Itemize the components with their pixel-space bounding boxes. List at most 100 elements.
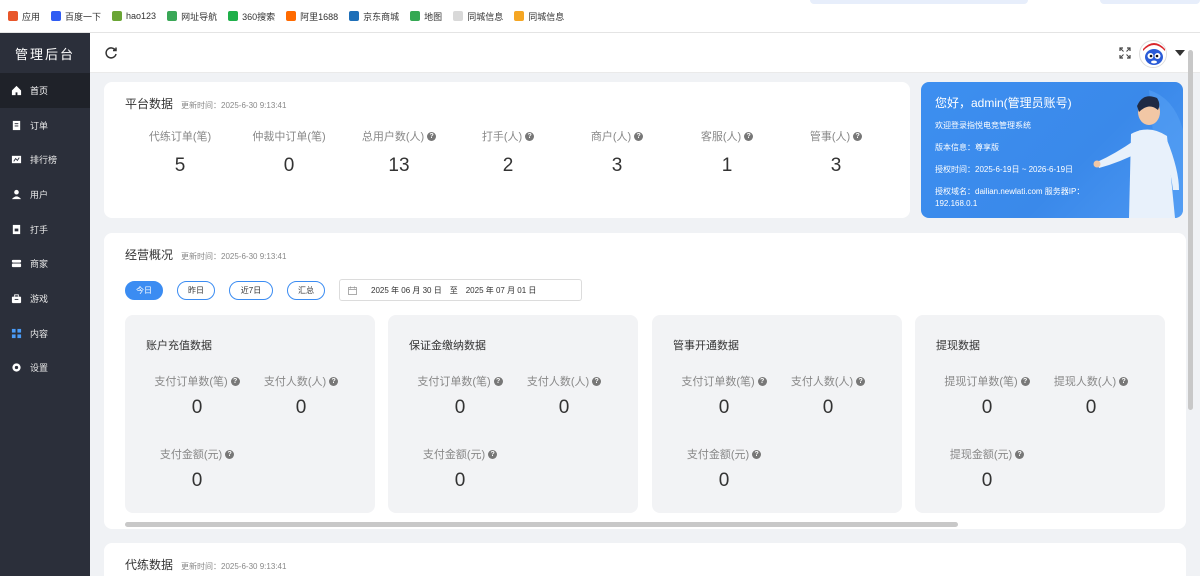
stat-label-row: 提现人数(人)? xyxy=(1036,373,1146,389)
date-end[interactable]: 2025 年 07 月 01 日 xyxy=(466,285,537,296)
sidebar-item-0[interactable]: 首页 xyxy=(0,73,90,108)
sidebar-item-label: 排行榜 xyxy=(30,155,58,166)
home-icon xyxy=(11,85,22,95)
stat-label-row: 提现订单数(笔)? xyxy=(932,373,1042,389)
help-icon[interactable]: ? xyxy=(525,131,535,141)
stat-value: 0 xyxy=(718,470,730,491)
help-icon[interactable]: ? xyxy=(1020,376,1030,386)
help-icon[interactable]: ? xyxy=(1119,376,1129,386)
stat-value: 0 xyxy=(718,397,730,418)
bookmark-item[interactable]: 360搜索 xyxy=(228,10,275,23)
stat-label: 支付订单数(笔) xyxy=(417,376,491,388)
player-icon xyxy=(12,224,21,234)
user-icon xyxy=(11,189,22,199)
horizontal-scrollbar[interactable] xyxy=(125,522,958,527)
sidebar-item-8[interactable]: 设置 xyxy=(0,351,90,386)
hao123-icon xyxy=(112,11,123,21)
help-icon[interactable]: ? xyxy=(488,449,498,459)
filter-last7days[interactable]: 近7日 xyxy=(229,281,273,300)
ali1688-icon xyxy=(286,11,297,21)
bookmark-item[interactable]: 网址导航 xyxy=(167,10,217,23)
stat-label: 支付人数(人) xyxy=(790,376,854,388)
overview-title-row: 经营概况 更新时间：2025-6-30 9:13:41 xyxy=(125,246,286,263)
bookmark-item[interactable]: 百度一下 xyxy=(51,10,101,23)
stat-value: 0 xyxy=(558,397,570,418)
sidebar-item-2[interactable]: 排行榜 xyxy=(0,142,90,177)
avatar[interactable] xyxy=(1139,40,1167,68)
bookmark-item[interactable]: hao123 xyxy=(112,11,156,21)
stat-value: 0 xyxy=(981,470,993,491)
help-icon[interactable]: ? xyxy=(1015,449,1025,459)
help-icon[interactable]: ? xyxy=(493,376,503,386)
help-icon[interactable]: ? xyxy=(757,376,767,386)
sidebar-item-6[interactable]: 游戏 xyxy=(0,281,90,316)
subcard-stat: 支付人数(人)? 0 xyxy=(246,373,356,419)
vertical-scrollbar[interactable] xyxy=(1188,50,1193,410)
platform-stat: 仲裁中订单(笔) 0 xyxy=(239,128,339,177)
sidebar-item-label: 用户 xyxy=(30,189,49,200)
stat-label: 支付金额(元) xyxy=(422,449,486,461)
stat-value: 1 xyxy=(721,155,733,176)
help-icon[interactable]: ? xyxy=(329,376,339,386)
subcard-stat: 支付人数(人)? 0 xyxy=(773,373,883,419)
help-icon[interactable]: ? xyxy=(744,131,754,141)
stat-label-row: 支付金额(元)? xyxy=(669,446,779,462)
stat-value: 3 xyxy=(830,155,842,176)
help-icon[interactable]: ? xyxy=(856,376,866,386)
sidebar-item-4[interactable]: 打手 xyxy=(0,212,90,247)
help-icon[interactable]: ? xyxy=(427,131,437,141)
bookmark-label: hao123 xyxy=(126,11,157,21)
subcard-stat: 支付订单数(笔)? 0 xyxy=(669,373,779,419)
sidebar-item-5[interactable]: 商家 xyxy=(0,246,90,281)
sidebar-item-7[interactable]: 内容 xyxy=(0,316,90,351)
stat-label: 支付金额(元) xyxy=(686,449,750,461)
filter-today[interactable]: 今日 xyxy=(125,281,163,300)
filter-summary[interactable]: 汇总 xyxy=(287,281,325,300)
help-icon[interactable]: ? xyxy=(752,449,762,459)
stat-label: 总用户数(人) xyxy=(361,131,425,143)
bookmark-item[interactable]: 同城信息 xyxy=(514,10,564,23)
help-icon[interactable]: ? xyxy=(225,449,235,459)
date-start[interactable]: 2025 年 06 月 30 日 xyxy=(371,285,442,296)
stat-label: 支付人数(人) xyxy=(263,376,327,388)
chevron-down-icon[interactable] xyxy=(1175,50,1185,56)
fullscreen-icon[interactable] xyxy=(1118,46,1132,60)
subcard-title: 账户充值数据 xyxy=(146,340,212,352)
help-icon[interactable]: ? xyxy=(853,131,863,141)
stat-label-row: 打手(人)? xyxy=(458,128,558,144)
settings-gear-icon xyxy=(12,363,21,372)
stat-label-row: 支付人数(人)? xyxy=(246,373,356,389)
stat-label-row: 总用户数(人)? xyxy=(349,128,449,144)
help-icon[interactable]: ? xyxy=(230,376,240,386)
filter-yesterday[interactable]: 昨日 xyxy=(177,281,215,300)
subcard-stat: 支付订单数(笔)? 0 xyxy=(142,373,252,419)
help-icon[interactable]: ? xyxy=(592,376,602,386)
bookmark-item[interactable]: 阿里1688 xyxy=(286,10,338,23)
bookmark-item[interactable]: 地图 xyxy=(410,10,442,23)
stat-label-row: 支付人数(人)? xyxy=(509,373,619,389)
sidebar-item-label: 首页 xyxy=(30,85,49,96)
bookmark-label: 应用 xyxy=(22,11,41,22)
bookmark-item[interactable]: 应用 xyxy=(8,10,40,23)
bookmark-item[interactable]: 京东商城 xyxy=(349,10,399,23)
stat-value: 13 xyxy=(388,155,410,176)
subcard-stat: 提现金额(元)? 0 xyxy=(932,446,1042,492)
help-icon[interactable]: ? xyxy=(634,131,644,141)
star-icon xyxy=(514,11,525,21)
subcard-stat: 支付金额(元)? 0 xyxy=(669,446,779,492)
stat-label-row: 客服(人)? xyxy=(677,128,777,144)
license-domain: 授权域名：dailian.newlati.com 服务器IP： xyxy=(935,187,1085,196)
sidebar-title: 管理后台 xyxy=(14,47,75,63)
nav-site-icon xyxy=(167,11,178,21)
bookmark-item[interactable]: 同城信息 xyxy=(453,10,503,23)
bookmarks-bar: 应用 百度一下 hao123 网址导航 360搜索 阿里1688 京东商城 地图 同城信息 同城信… xyxy=(0,0,1200,33)
subcard-stat: 提现人数(人)? 0 xyxy=(1036,373,1146,419)
header xyxy=(90,33,1200,73)
sidebar-item-1[interactable]: 订单 xyxy=(0,108,90,143)
date-range-picker[interactable]: 2025 年 06 月 30 日 至 2025 年 07 月 01 日 xyxy=(339,279,582,301)
overview-subcard: 提现数据 提现订单数(笔)? 0 提现人数(人)? 0 提现金额(元)? 0 xyxy=(915,315,1165,513)
stat-label-row: 仲裁中订单(笔) xyxy=(239,128,339,144)
refresh-icon[interactable] xyxy=(104,46,118,60)
sidebar-item-3[interactable]: 用户 xyxy=(0,177,90,212)
stat-value: 0 xyxy=(1085,397,1097,418)
